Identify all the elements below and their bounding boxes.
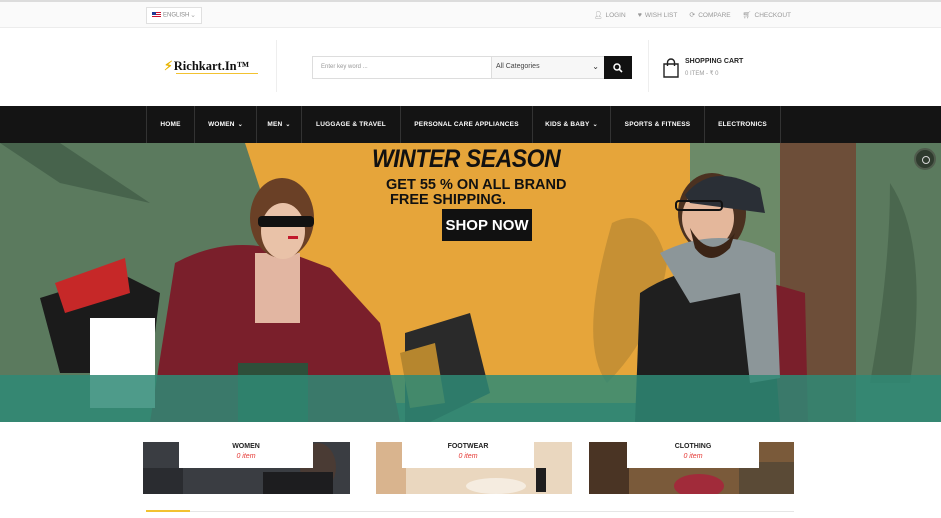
checkout-label: CHECKOUT xyxy=(754,11,791,19)
login-label: LOGIN xyxy=(605,11,626,19)
wishlist-label: WISH LIST xyxy=(644,11,678,19)
login-link[interactable]: 👤︎ LOGIN xyxy=(593,11,626,20)
category-count: 0 item xyxy=(458,453,478,460)
category-label-box: WOMEN 0 item xyxy=(179,442,313,468)
search-box: Enter key word ... All Categories ⌄ xyxy=(312,56,604,79)
category-card-clothing[interactable]: CLOTHING 0 item xyxy=(589,442,794,494)
hero-title: WINTER SEASON xyxy=(372,145,561,173)
category-count: 0 item xyxy=(236,453,256,460)
hero-shipping-line: FREE SHIPPING. xyxy=(390,192,507,208)
shop-now-button[interactable]: SHOP NOW xyxy=(442,209,532,241)
search-icon xyxy=(613,62,623,73)
cart-title[interactable]: SHOPPING CART xyxy=(685,58,743,65)
nav-label: SPORTS & FITNESS xyxy=(624,121,691,128)
slider-control-button[interactable] xyxy=(914,148,936,170)
nav-item-personal-care[interactable]: PERSONAL CARE APPLIANCES xyxy=(401,106,533,143)
category-label-box: FOOTWEAR 0 item xyxy=(402,442,534,468)
chevron-down-icon: ⌄ xyxy=(190,12,196,19)
nav-label: HOME xyxy=(160,121,181,128)
logo-underline xyxy=(176,73,258,74)
chevron-down-icon: ⌄ xyxy=(592,122,598,128)
logo-text: Richkart.In™ xyxy=(173,59,250,73)
account-links: 👤︎ LOGIN ♥ WISH LIST ⟳ COMPARE 🛒︎ CHECKOUT xyxy=(593,11,791,20)
category-select-value: All Categories xyxy=(496,63,540,70)
nav-label: ELECTRONICS xyxy=(718,121,767,128)
us-flag-icon xyxy=(152,12,161,18)
chevron-down-icon: ⌄ xyxy=(592,62,599,71)
section-underline xyxy=(190,511,794,512)
nav-list: HOME WOMEN ⌄ MEN ⌄ LUGGAGE & TRAVEL PERSON… xyxy=(146,106,781,143)
search-input[interactable]: Enter key word ... xyxy=(321,64,368,70)
divider xyxy=(276,40,277,92)
compare-label: COMPARE xyxy=(698,11,731,19)
shopping-bag-icon[interactable] xyxy=(662,58,680,78)
refresh-icon: ⟳ xyxy=(689,12,696,19)
nav-item-home[interactable]: HOME xyxy=(147,106,195,143)
category-name: CLOTHING xyxy=(674,443,712,450)
language-selector[interactable]: ENGLISH ⌄ xyxy=(146,7,202,24)
wishlist-link[interactable]: ♥ WISH LIST xyxy=(638,11,678,19)
nav-item-electronics[interactable]: ELECTRONICS xyxy=(705,106,781,143)
category-name: WOMEN xyxy=(232,443,260,450)
divider xyxy=(648,40,649,92)
heart-icon: ♥ xyxy=(637,11,642,19)
top-bar: ENGLISH ⌄ 👤︎ LOGIN ♥ WISH LIST ⟳ COMPARE 🛒︎… xyxy=(0,0,941,28)
nav-item-men[interactable]: MEN ⌄ xyxy=(257,106,302,143)
category-label-box: CLOTHING 0 item xyxy=(627,442,759,468)
search-button[interactable] xyxy=(604,56,632,79)
category-card-women[interactable]: WOMEN 0 item xyxy=(143,442,350,494)
category-name: FOOTWEAR xyxy=(447,443,489,450)
category-card-footwear[interactable]: FOOTWEAR 0 item xyxy=(376,442,572,494)
main-nav: HOME WOMEN ⌄ MEN ⌄ LUGGAGE & TRAVEL PERSON… xyxy=(0,106,941,143)
cart-small-icon: 🛒︎ xyxy=(742,12,752,19)
nav-item-women[interactable]: WOMEN ⌄ xyxy=(195,106,257,143)
nav-item-kids-baby[interactable]: KIDS & BABY ⌄ xyxy=(533,106,611,143)
nav-label: PERSONAL CARE APPLIANCES xyxy=(414,121,519,128)
category-count: 0 item xyxy=(683,453,703,460)
nav-label: KIDS & BABY xyxy=(545,121,590,128)
cart-summary: 0 ITEM - ₹ 0 xyxy=(685,71,719,77)
chevron-down-icon: ⌄ xyxy=(285,122,291,128)
nav-item-luggage-travel[interactable]: LUGGAGE & TRAVEL xyxy=(302,106,401,143)
category-select[interactable]: All Categories ⌄ xyxy=(491,57,604,78)
nav-item-sports-fitness[interactable]: SPORTS & FITNESS xyxy=(611,106,705,143)
language-label: ENGLISH xyxy=(163,12,190,19)
user-icon: 👤︎ xyxy=(593,12,603,19)
chevron-down-icon: ⌄ xyxy=(237,122,243,128)
nav-label: MEN xyxy=(267,121,283,128)
lightning-icon: ⚡︎ xyxy=(164,59,173,73)
nav-label: WOMEN xyxy=(208,121,235,128)
section-underline-accent xyxy=(146,510,190,512)
hero-offer-line: GET 55 % ON ALL BRAND xyxy=(386,177,567,193)
compare-link[interactable]: ⟳ COMPARE xyxy=(689,11,731,20)
nav-label: LUGGAGE & TRAVEL xyxy=(316,121,386,128)
site-logo[interactable]: ⚡︎Richkart.In™ xyxy=(164,58,249,74)
checkout-link[interactable]: 🛒︎ CHECKOUT xyxy=(742,11,791,20)
